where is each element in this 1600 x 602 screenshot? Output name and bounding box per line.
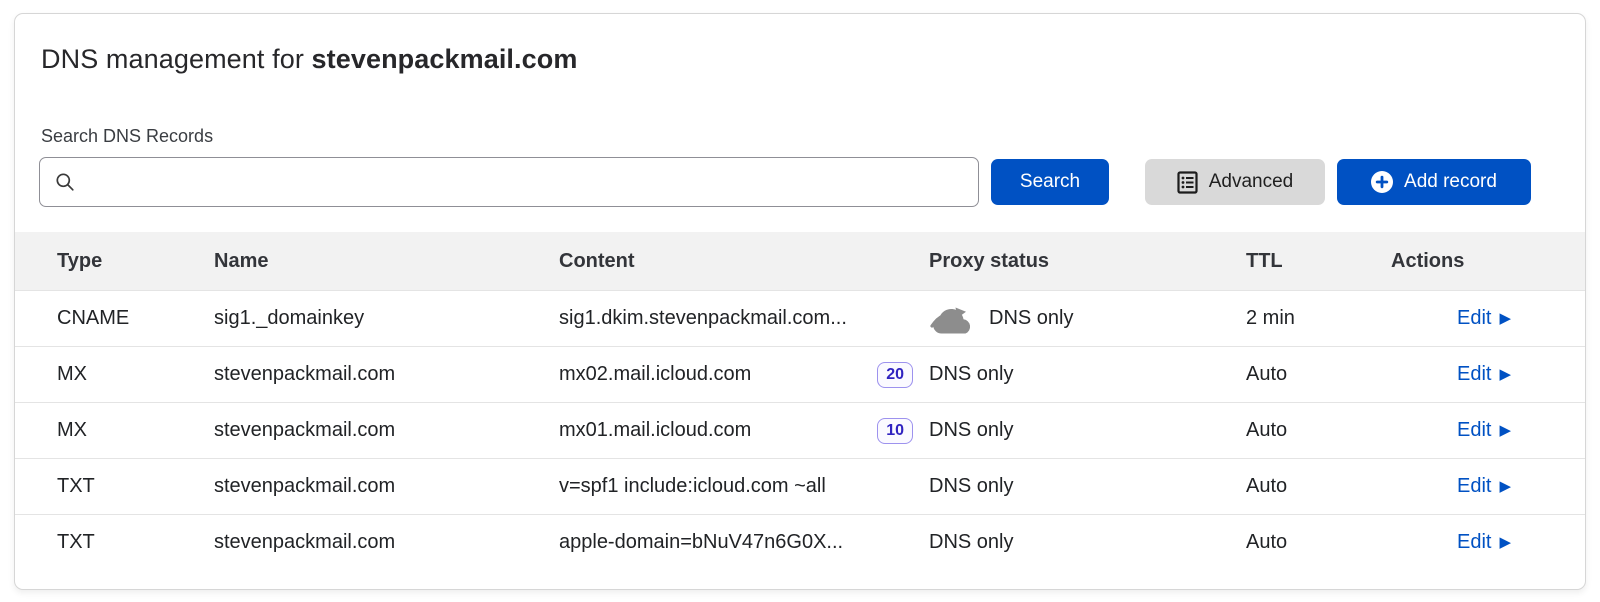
record-ttl: Auto	[1246, 419, 1391, 442]
add-record-button[interactable]: Add record	[1337, 159, 1531, 205]
table-row: CNAME sig1._domainkey sig1.dkim.stevenpa…	[15, 290, 1585, 346]
priority-badge: 20	[877, 362, 913, 388]
record-name: sig1._domainkey	[214, 307, 559, 330]
header-ttl: TTL	[1246, 250, 1391, 273]
record-name: stevenpackmail.com	[214, 419, 559, 442]
header-proxy-status: Proxy status	[929, 250, 1246, 273]
page-title-prefix: DNS management for	[41, 44, 312, 74]
edit-link[interactable]: Edit ▶	[1457, 419, 1511, 442]
record-content: v=spf1 include:icloud.com ~all	[559, 475, 826, 498]
record-name: stevenpackmail.com	[214, 531, 559, 554]
search-box[interactable]	[39, 157, 979, 207]
record-type: MX	[57, 363, 214, 386]
plus-circle-icon	[1371, 171, 1393, 193]
search-input[interactable]	[86, 171, 963, 193]
record-proxy-cell: DNS only	[929, 419, 1246, 442]
dns-only-cloud-icon	[929, 304, 975, 334]
table-row: MX stevenpackmail.com mx01.mail.icloud.c…	[15, 402, 1585, 458]
edit-arrow-icon: ▶	[1499, 423, 1511, 438]
record-type: CNAME	[57, 307, 214, 330]
record-type: MX	[57, 419, 214, 442]
record-actions-cell: Edit ▶	[1391, 475, 1511, 498]
record-type: TXT	[57, 531, 214, 554]
record-name: stevenpackmail.com	[214, 363, 559, 386]
table-row: MX stevenpackmail.com mx02.mail.icloud.c…	[15, 346, 1585, 402]
edit-arrow-icon: ▶	[1499, 479, 1511, 494]
search-label: Search DNS Records	[41, 126, 1559, 147]
priority-badge: 10	[877, 418, 913, 444]
page-title: DNS management for stevenpackmail.com	[41, 44, 1559, 75]
edit-link-label: Edit	[1457, 475, 1491, 498]
search-button[interactable]: Search	[991, 159, 1109, 205]
record-proxy-cell: DNS only	[929, 475, 1246, 498]
record-name: stevenpackmail.com	[214, 475, 559, 498]
edit-link[interactable]: Edit ▶	[1457, 475, 1511, 498]
record-content: mx02.mail.icloud.com	[559, 363, 751, 386]
record-content: mx01.mail.icloud.com	[559, 419, 751, 442]
record-ttl: Auto	[1246, 531, 1391, 554]
record-proxy-cell: DNS only	[929, 304, 1246, 334]
record-proxy-status: DNS only	[929, 363, 1013, 386]
header-content: Content	[559, 250, 929, 273]
record-proxy-cell: DNS only	[929, 363, 1246, 386]
header-type: Type	[57, 250, 214, 273]
record-content-cell: sig1.dkim.stevenpackmail.com...	[559, 307, 929, 330]
edit-link-label: Edit	[1457, 363, 1491, 386]
record-type: TXT	[57, 475, 214, 498]
edit-link-label: Edit	[1457, 531, 1491, 554]
record-proxy-status: DNS only	[929, 531, 1013, 554]
record-content: apple-domain=bNuV47n6G0X...	[559, 531, 843, 554]
advanced-list-icon	[1177, 171, 1198, 194]
record-content-cell: v=spf1 include:icloud.com ~all	[559, 475, 929, 498]
record-ttl: 2 min	[1246, 307, 1391, 330]
record-actions-cell: Edit ▶	[1391, 363, 1511, 386]
search-controls: Search Advanced	[39, 157, 1531, 207]
edit-arrow-icon: ▶	[1499, 535, 1511, 550]
record-content-cell: mx02.mail.icloud.com 20	[559, 362, 929, 388]
table-header: Type Name Content Proxy status TTL Actio…	[15, 232, 1585, 290]
record-content-cell: apple-domain=bNuV47n6G0X...	[559, 531, 929, 554]
advanced-button-label: Advanced	[1209, 171, 1294, 193]
edit-link[interactable]: Edit ▶	[1457, 531, 1511, 554]
edit-arrow-icon: ▶	[1499, 367, 1511, 382]
add-record-button-label: Add record	[1404, 171, 1497, 193]
table-row: TXT stevenpackmail.com v=spf1 include:ic…	[15, 458, 1585, 514]
dns-management-card: DNS management for stevenpackmail.com Se…	[14, 13, 1586, 590]
record-actions-cell: Edit ▶	[1391, 307, 1511, 330]
header-actions: Actions	[1391, 250, 1511, 273]
record-actions-cell: Edit ▶	[1391, 419, 1511, 442]
advanced-button[interactable]: Advanced	[1145, 159, 1325, 205]
record-actions-cell: Edit ▶	[1391, 531, 1511, 554]
record-proxy-status: DNS only	[929, 419, 1013, 442]
record-content-cell: mx01.mail.icloud.com 10	[559, 418, 929, 444]
edit-link[interactable]: Edit ▶	[1457, 307, 1511, 330]
edit-arrow-icon: ▶	[1499, 311, 1511, 326]
record-proxy-status: DNS only	[929, 475, 1013, 498]
header-name: Name	[214, 250, 559, 273]
record-ttl: Auto	[1246, 475, 1391, 498]
edit-link-label: Edit	[1457, 419, 1491, 442]
search-icon	[55, 172, 75, 192]
record-ttl: Auto	[1246, 363, 1391, 386]
dns-records-table: Type Name Content Proxy status TTL Actio…	[15, 232, 1585, 570]
table-row: TXT stevenpackmail.com apple-domain=bNuV…	[15, 514, 1585, 570]
table-body: CNAME sig1._domainkey sig1.dkim.stevenpa…	[15, 290, 1585, 570]
record-content: sig1.dkim.stevenpackmail.com...	[559, 307, 847, 330]
page-title-domain: stevenpackmail.com	[312, 44, 578, 74]
record-proxy-cell: DNS only	[929, 531, 1246, 554]
edit-link-label: Edit	[1457, 307, 1491, 330]
edit-link[interactable]: Edit ▶	[1457, 363, 1511, 386]
record-proxy-status: DNS only	[989, 307, 1073, 330]
